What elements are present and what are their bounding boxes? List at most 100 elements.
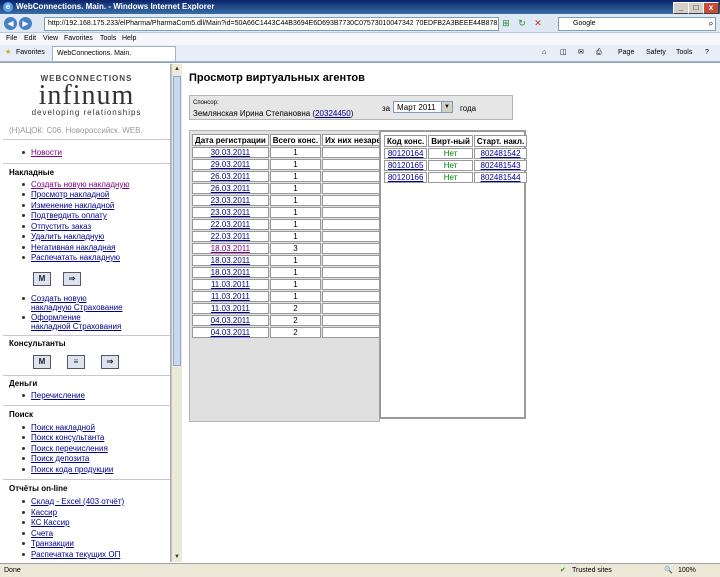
agent-cell[interactable]: 80120166 (384, 172, 428, 183)
release-order-link[interactable]: Отпустить заказ (31, 222, 91, 231)
maximize-button[interactable]: □ (688, 2, 704, 14)
agent-link[interactable]: 80120165 (388, 161, 424, 170)
reg-cell[interactable]: 18.03.2011 (192, 255, 269, 266)
zoom-icon[interactable]: 🔍 (664, 564, 673, 577)
confirm-payment-link[interactable]: Подтвердить оплату (31, 211, 107, 220)
menu-favorites[interactable]: Favorites (64, 33, 93, 45)
agent-cell[interactable]: 802481542 (473, 148, 528, 159)
agent-cell[interactable]: 80120164 (384, 148, 428, 159)
menu-view[interactable]: View (43, 33, 58, 45)
safety-menu[interactable]: Safety (646, 45, 666, 61)
reg-cell[interactable]: 04.03.2011 (192, 327, 269, 338)
favorites-button[interactable]: Favorites (16, 45, 45, 61)
search-transfer-link[interactable]: Поиск перечисления (31, 444, 108, 453)
reg-link[interactable]: 23.03.2011 (211, 208, 250, 217)
scroll-down-icon[interactable]: ▼ (172, 552, 182, 562)
menu-help[interactable]: Help (122, 33, 136, 45)
back-arrow-icon[interactable]: ◀ (4, 17, 17, 30)
reg-cell[interactable]: 11.03.2011 (192, 303, 269, 314)
print-icon[interactable]: ⎙ (596, 45, 602, 61)
reg-cell[interactable]: 22.03.2011 (192, 219, 269, 230)
compatibility-icon[interactable]: ⊞ (500, 17, 512, 29)
view-invoice-link[interactable]: Просмотр накладной (31, 190, 109, 199)
mail-icon[interactable]: ✉ (578, 45, 584, 61)
transfer-link[interactable]: Перечисление (31, 391, 85, 400)
scroll-thumb[interactable] (173, 76, 181, 366)
agent-link[interactable]: 802481544 (481, 173, 521, 182)
edit-invoice-link[interactable]: Изменение накладной (31, 201, 114, 210)
menu-file[interactable]: File (6, 33, 17, 45)
scroll-up-icon[interactable]: ▲ (172, 64, 182, 74)
period-select[interactable]: Март 2011 ▼ (393, 101, 453, 113)
delete-invoice-link[interactable]: Удалить накладную (31, 232, 104, 241)
agent-cell[interactable]: 80120165 (384, 160, 428, 171)
search-invoice-link[interactable]: Поиск накладной (31, 423, 95, 432)
agent-link[interactable]: 80120164 (388, 149, 424, 158)
edit-doc-icon[interactable]: ⇒ (101, 355, 119, 369)
menu-tools[interactable]: Tools (100, 33, 116, 45)
reg-link[interactable]: 04.03.2011 (211, 316, 250, 325)
create-insurance-invoice-link[interactable]: Создать новую накладную Страхование (31, 294, 123, 312)
report-ks-cashier-link[interactable]: КС Кассир (31, 518, 70, 527)
close-button[interactable]: x (703, 2, 719, 14)
reg-cell[interactable]: 18.03.2011 (192, 267, 269, 278)
help-icon[interactable]: ? (705, 45, 709, 61)
negative-invoice-link[interactable]: Негативная накладная (31, 243, 116, 252)
agent-link[interactable]: 802481542 (481, 149, 521, 158)
sponsor-id-link[interactable]: 20324450 (315, 109, 351, 118)
edit-doc-icon[interactable]: ⇒ (63, 272, 81, 286)
search-product-code-link[interactable]: Поиск кода продукции (31, 465, 113, 474)
reg-cell[interactable]: 11.03.2011 (192, 291, 269, 302)
reg-cell[interactable]: 04.03.2011 (192, 315, 269, 326)
reg-cell[interactable]: 26.03.2011 (192, 183, 269, 194)
agent-cell[interactable]: 802481544 (473, 172, 528, 183)
reg-link[interactable]: 18.03.2011 (211, 244, 250, 253)
news-link[interactable]: Новости (31, 148, 62, 157)
menu-edit[interactable]: Edit (24, 33, 36, 45)
refresh-icon[interactable]: ↻ (516, 17, 528, 29)
issue-insurance-invoice-link[interactable]: Оформление накладной Страхования (31, 313, 121, 331)
create-invoice-link[interactable]: Создать новую накладную (31, 180, 129, 189)
report-cashier-link[interactable]: Кассир (31, 508, 57, 517)
reg-link[interactable]: 26.03.2011 (211, 172, 250, 181)
reg-cell[interactable]: 22.03.2011 (192, 231, 269, 242)
print-invoice-link[interactable]: Распечатать накладную (31, 253, 120, 262)
reg-cell[interactable]: 11.03.2011 (192, 279, 269, 290)
reg-link[interactable]: 26.03.2011 (211, 184, 250, 193)
stop-icon[interactable]: ✕ (532, 17, 544, 29)
agent-cell[interactable]: 802481543 (473, 160, 528, 171)
list-icon[interactable]: ≡ (67, 355, 85, 369)
agent-link[interactable]: 80120166 (388, 173, 424, 182)
reg-link[interactable]: 29.03.2011 (211, 160, 250, 169)
home-icon[interactable]: ⌂ (542, 45, 546, 61)
reg-link[interactable]: 18.03.2011 (211, 256, 250, 265)
reg-link[interactable]: 11.03.2011 (211, 304, 250, 313)
tools-menu[interactable]: Tools (676, 45, 692, 61)
search-consultant-link[interactable]: Поиск консультанта (31, 433, 104, 442)
agent-link[interactable]: 802481543 (481, 161, 521, 170)
reg-link[interactable]: 30.03.2011 (211, 148, 250, 157)
reg-cell[interactable]: 26.03.2011 (192, 171, 269, 182)
browser-tab[interactable]: WebConnections. Main. (52, 46, 176, 61)
reg-link[interactable]: 04.03.2011 (211, 328, 250, 337)
report-print-op-link[interactable]: Распечатка текущих ОП (31, 550, 120, 559)
report-stock-excel-link[interactable]: Склад - Excel (403 отчёт) (31, 497, 124, 506)
reg-cell[interactable]: 29.03.2011 (192, 159, 269, 170)
binoculars-icon[interactable]: M (33, 355, 51, 369)
search-icon[interactable]: ⌕ (705, 17, 717, 29)
feeds-icon[interactable]: ◫ (560, 45, 567, 61)
reg-link[interactable]: 11.03.2011 (211, 280, 250, 289)
zoom-level[interactable]: 100% (678, 564, 696, 577)
forward-arrow-icon[interactable]: ▶ (19, 17, 32, 30)
reg-cell[interactable]: 30.03.2011 (192, 147, 269, 158)
report-transactions-link[interactable]: Транзакции (31, 539, 74, 548)
reg-link[interactable]: 18.03.2011 (211, 268, 250, 277)
chevron-down-icon[interactable]: ▼ (441, 102, 452, 112)
reg-link[interactable]: 11.03.2011 (211, 292, 250, 301)
search-deposit-link[interactable]: Поиск депозита (31, 454, 89, 463)
reg-link[interactable]: 23.03.2011 (211, 196, 250, 205)
address-input[interactable]: http://192.168.175.233/elPharma/PharmaCo… (44, 17, 499, 31)
reg-cell[interactable]: 23.03.2011 (192, 195, 269, 206)
reg-cell[interactable]: 23.03.2011 (192, 207, 269, 218)
search-input[interactable]: Google (558, 17, 716, 31)
